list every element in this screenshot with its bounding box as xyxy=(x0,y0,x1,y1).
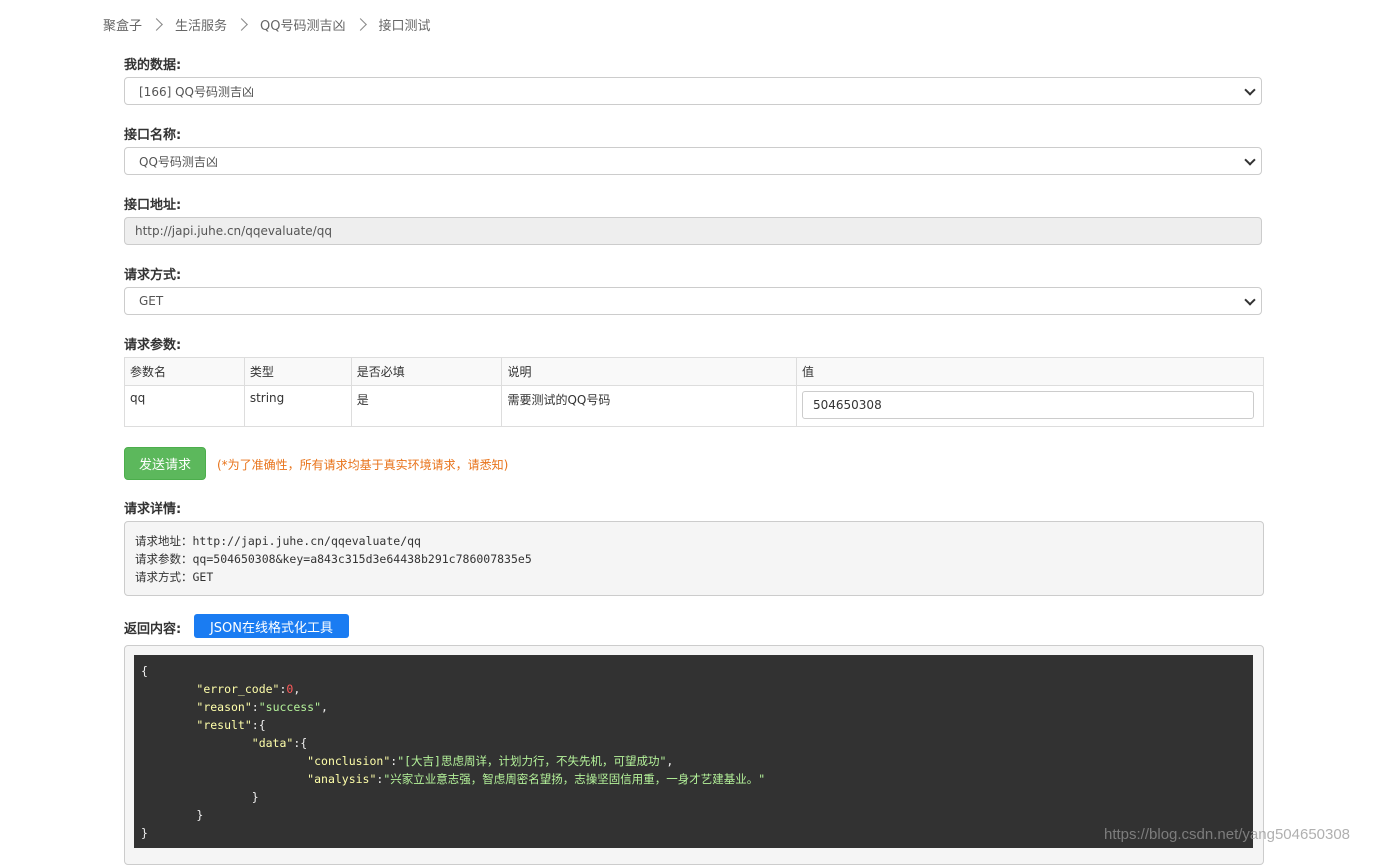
watermark-text: https://blog.csdn.net/yang504650308 xyxy=(1104,826,1351,843)
api-url-label: 接口地址: xyxy=(124,198,182,213)
col-header-type: 类型 xyxy=(243,357,352,386)
table-row: qq string 是 需要测试的QQ号码 504650308 xyxy=(124,385,1265,427)
api-name-label: 接口名称: xyxy=(124,128,182,143)
json-key-reason: "reason" xyxy=(196,700,252,714)
chevron-down-icon xyxy=(1244,84,1256,96)
chevron-down-icon xyxy=(1244,154,1256,166)
method-label: 请求方式: xyxy=(124,268,182,283)
col-header-required: 是否必填 xyxy=(350,357,503,386)
accuracy-note: (*为了准确性，所有请求均基于真实环境请求，请悉知) xyxy=(217,458,509,472)
chevron-right-icon xyxy=(235,17,248,31)
request-detail-box: 请求地址：http://japi.juhe.cn/qqevaluate/qq 请… xyxy=(124,521,1264,596)
params-table: 参数名 类型 是否必填 说明 值 qq string 是 需要测试的QQ号码 5… xyxy=(124,357,1265,427)
my-data-select[interactable]: [166] QQ号码测吉凶 xyxy=(124,77,1262,105)
json-open-brace: { xyxy=(141,664,148,678)
api-name-select-value: QQ号码测吉凶 xyxy=(139,154,218,169)
breadcrumb-item-home[interactable]: 聚盒子 xyxy=(103,15,142,34)
params-label: 请求参数: xyxy=(124,338,182,353)
api-url-value: http://japi.juhe.cn/qqevaluate/qq xyxy=(135,224,332,238)
col-header-value: 值 xyxy=(795,357,1265,386)
json-val-error-code: 0 xyxy=(286,682,294,696)
json-val-analysis: "兴家立业意志强，智虑周密名望扬，志操坚固信用重，一身才艺建基业。" xyxy=(383,772,766,786)
detail-params-line: 请求参数：qq=504650308&key=a843c315d3e64438b2… xyxy=(135,552,532,566)
breadcrumb: 聚盒子 生活服务 QQ号码测吉凶 接口测试 xyxy=(103,14,431,34)
response-json-code: { "error_code":0, "reason":"success", "r… xyxy=(134,655,1253,848)
params-header-row: 参数名 类型 是否必填 说明 值 xyxy=(124,357,1265,386)
request-detail-label: 请求详情: xyxy=(124,502,182,517)
breadcrumb-item-category[interactable]: 生活服务 xyxy=(175,15,227,34)
json-key-error-code: "error_code" xyxy=(196,682,280,696)
chevron-right-icon xyxy=(150,17,163,31)
api-url-field[interactable]: http://japi.juhe.cn/qqevaluate/qq xyxy=(124,217,1262,245)
method-select[interactable]: GET xyxy=(124,287,1262,315)
chevron-down-icon xyxy=(1244,294,1256,306)
json-format-tool-button[interactable]: JSON在线格式化工具 xyxy=(194,614,349,638)
json-val-conclusion: "[大吉]思虑周详，计划力行，不失先机，可望成功" xyxy=(397,754,667,768)
json-key-conclusion: "conclusion" xyxy=(307,754,391,768)
param-value-cell: 504650308 xyxy=(795,385,1265,427)
my-data-select-value: [166] QQ号码测吉凶 xyxy=(139,84,254,99)
param-name: qq xyxy=(124,385,245,427)
json-key-result: "result" xyxy=(196,718,252,732)
json-key-analysis: "analysis" xyxy=(307,772,377,786)
qq-value-text: 504650308 xyxy=(812,398,882,412)
breadcrumb-item-current: 接口测试 xyxy=(378,18,431,34)
method-select-value: GET xyxy=(139,294,164,308)
json-key-data: "data" xyxy=(251,736,294,750)
qq-value-input[interactable]: 504650308 xyxy=(801,391,1254,419)
col-header-desc: 说明 xyxy=(501,357,797,386)
param-required: 是 xyxy=(350,385,503,427)
send-request-button[interactable]: 发送请求 xyxy=(124,447,206,480)
detail-method-line: 请求方式：GET xyxy=(135,570,214,584)
json-val-reason: "success" xyxy=(258,700,322,714)
my-data-label: 我的数据: xyxy=(124,58,182,73)
col-header-name: 参数名 xyxy=(124,357,245,386)
json-close-brace: } xyxy=(141,826,148,840)
param-type: string xyxy=(243,385,352,427)
detail-url-line: 请求地址：http://japi.juhe.cn/qqevaluate/qq xyxy=(135,534,421,548)
response-label: 返回内容: xyxy=(124,622,182,637)
api-name-select[interactable]: QQ号码测吉凶 xyxy=(124,147,1262,175)
chevron-right-icon xyxy=(353,17,367,31)
breadcrumb-item-api[interactable]: QQ号码测吉凶 xyxy=(260,15,345,34)
param-desc: 需要测试的QQ号码 xyxy=(501,385,797,427)
